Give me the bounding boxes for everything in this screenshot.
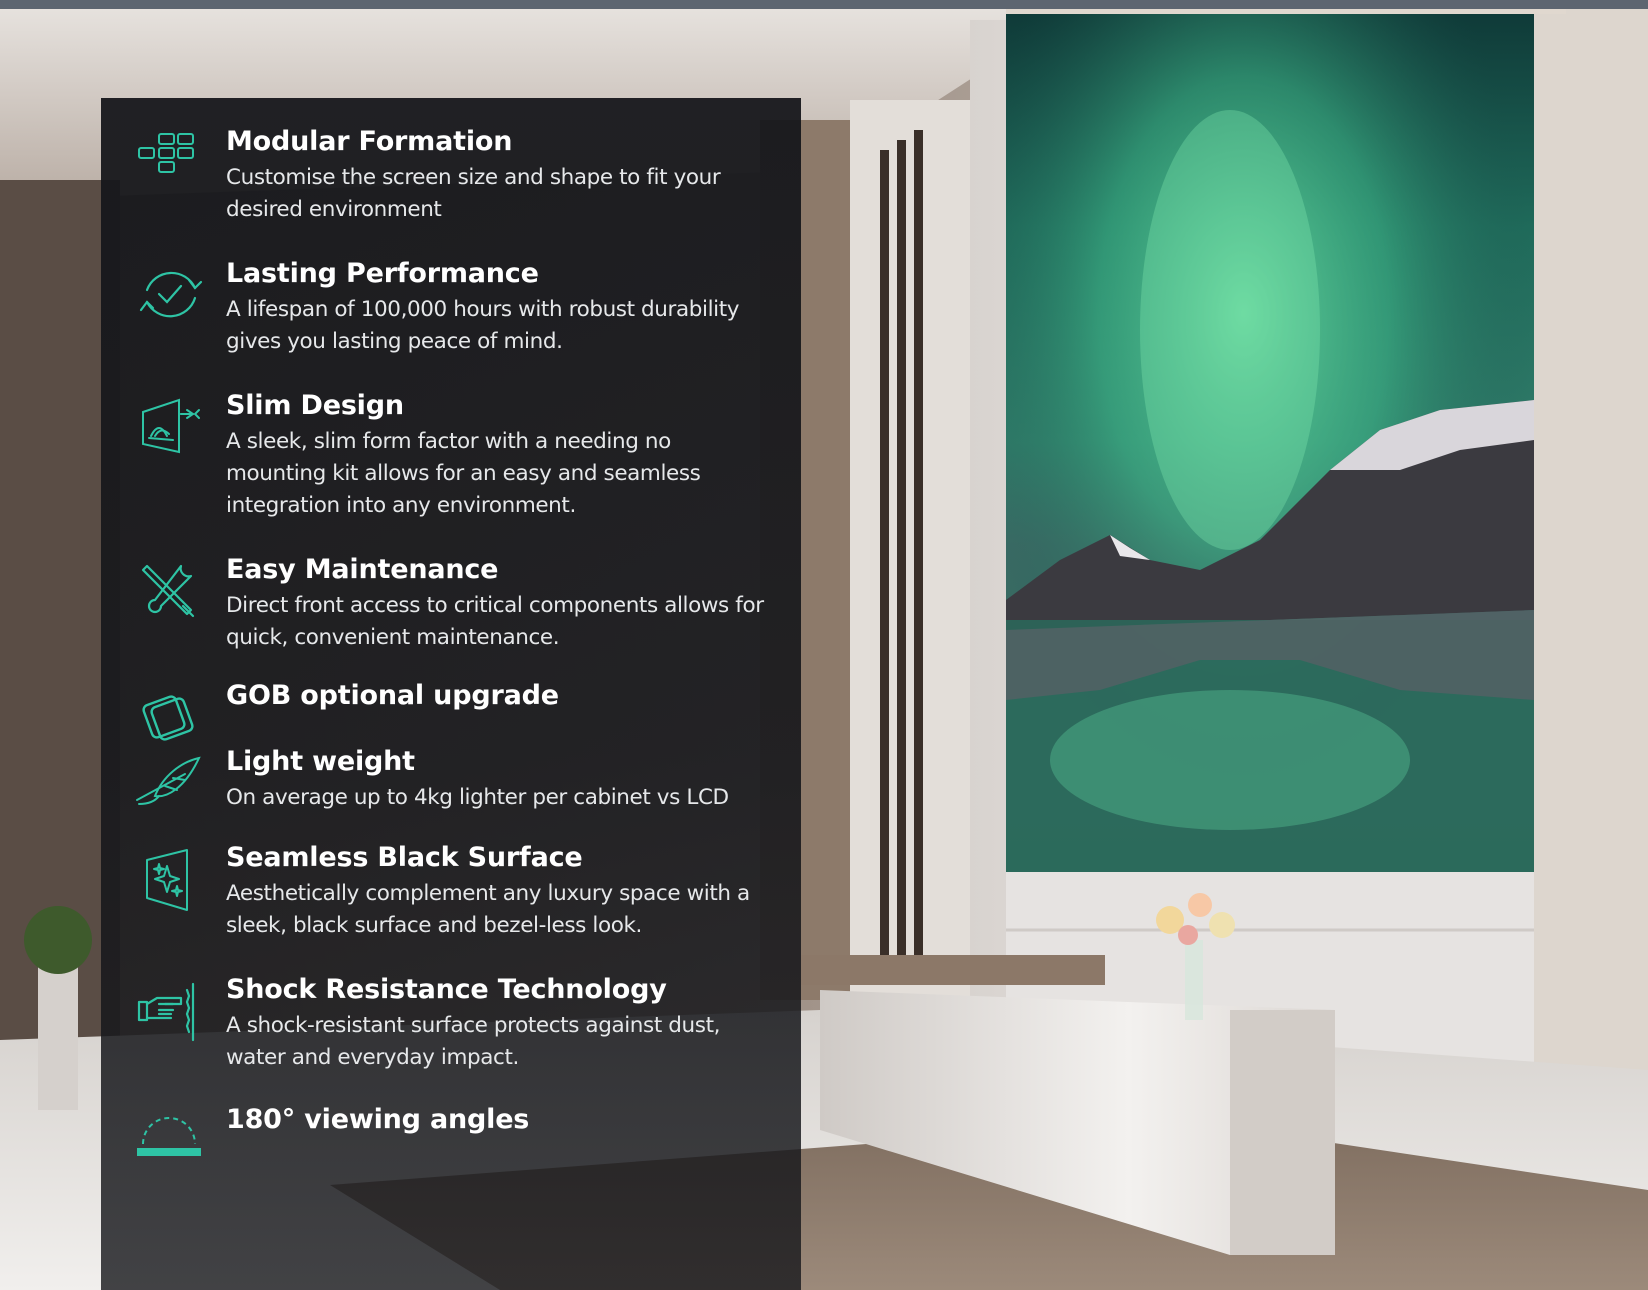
feature-title: GOB optional upgrade xyxy=(226,680,559,711)
circular-check-icon xyxy=(137,264,203,328)
top-border-bar xyxy=(0,0,1648,9)
modular-grid-icon xyxy=(137,132,201,196)
feature-description: Direct front access to critical componen… xyxy=(226,593,764,650)
slim-panel-icon xyxy=(137,396,201,460)
feature-title: Shock Resistance Technology xyxy=(226,974,667,1005)
feature-description: A lifespan of 100,000 hours with robust … xyxy=(226,297,740,354)
feature-description: On average up to 4kg lighter per cabinet… xyxy=(226,785,729,810)
feature-title: Slim Design xyxy=(226,390,404,421)
feature-title: 180° viewing angles xyxy=(226,1104,530,1135)
feature-title: Lasting Performance xyxy=(226,258,539,289)
layered-panel-icon xyxy=(137,686,201,750)
feature-description: Aesthetically complement any luxury spac… xyxy=(226,881,750,938)
brochure-page: Modular Formation Customise the screen s… xyxy=(0,0,1648,1290)
viewing-angle-icon xyxy=(137,1110,201,1174)
feature-description: A shock-resistant surface protects again… xyxy=(226,1013,721,1070)
sparkle-surface-icon xyxy=(137,848,201,912)
feature-description: Customise the screen size and shape to f… xyxy=(226,165,721,222)
features-panel: Modular Formation Customise the screen s… xyxy=(101,98,801,1290)
feather-icon xyxy=(136,752,201,816)
feature-title: Modular Formation xyxy=(226,126,513,157)
wrench-screwdriver-icon xyxy=(137,560,201,624)
feature-title: Easy Maintenance xyxy=(226,554,499,585)
feature-title: Light weight xyxy=(226,746,415,777)
feature-title: Seamless Black Surface xyxy=(226,842,583,873)
hand-pressing-icon xyxy=(137,980,201,1044)
feature-description: A sleek, slim form factor with a needing… xyxy=(226,429,701,518)
